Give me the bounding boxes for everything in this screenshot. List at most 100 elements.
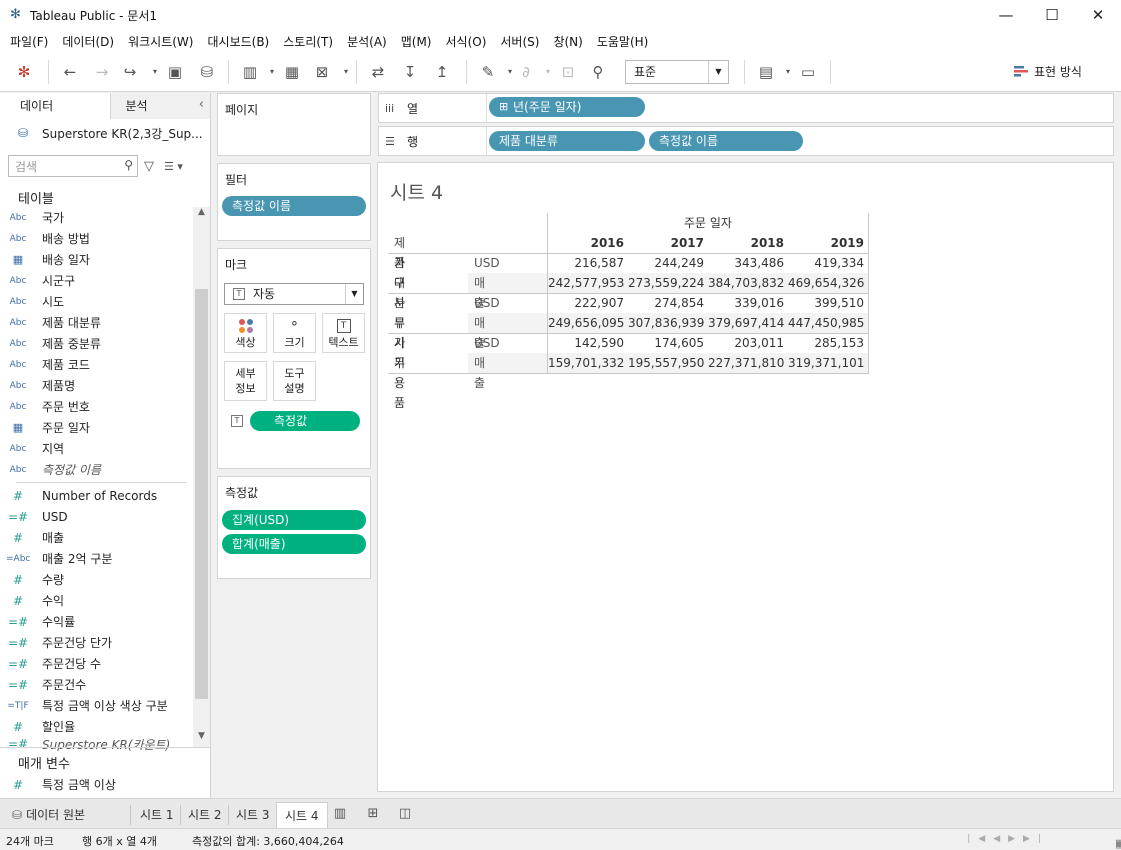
detail-button[interactable]: 세부 정보	[224, 361, 267, 401]
field-order-date[interactable]: ▦ 주문 일자	[0, 417, 193, 438]
field-product-name[interactable]: Abc 제품명	[0, 375, 193, 396]
presentation-mode-icon[interactable]: ▭	[798, 62, 818, 82]
rows-shelf[interactable]: ☰ 행 제품 대분류 측정값 이름	[378, 126, 1114, 156]
new-datasource-icon[interactable]: ⛁	[197, 62, 217, 82]
clear-sheet-icon[interactable]: ⊠	[312, 62, 332, 82]
table-cell[interactable]: 339,016	[708, 293, 784, 313]
field-quantity[interactable]: # 수량	[0, 569, 193, 590]
menu-format[interactable]: 서식(O)	[439, 33, 494, 50]
tab-analysis[interactable]: 분석	[111, 93, 210, 119]
tab-datasource[interactable]: ⛁ 데이터 원본	[4, 802, 93, 828]
field-order-count[interactable]: =# 주문건수	[0, 674, 193, 695]
marks-pill-measure-values[interactable]: 측정값	[250, 411, 360, 431]
highlight-icon[interactable]: ✎	[478, 62, 498, 82]
field-ship-mode[interactable]: Abc 배송 방법	[0, 228, 193, 249]
field-discount[interactable]: # 할인율	[0, 716, 193, 737]
table-cell[interactable]: 227,371,810	[708, 353, 784, 373]
table-cell[interactable]: 379,697,414	[708, 313, 784, 333]
undo-icon[interactable]: ←	[60, 62, 80, 82]
new-worksheet-dropdown-icon[interactable]: ▾	[262, 62, 282, 82]
field-usd[interactable]: =# USD	[0, 506, 193, 527]
view-options-icon[interactable]: ☰ ▾	[164, 160, 183, 173]
tab-sheet-2[interactable]: 시트 2	[180, 802, 230, 828]
minimize-button[interactable]: —	[983, 0, 1029, 30]
show-me-button[interactable]: 표현 방식	[1014, 63, 1082, 80]
tab-data[interactable]: 데이터	[0, 93, 112, 119]
menu-worksheet[interactable]: 워크시트(W)	[121, 33, 200, 50]
measure-pill-usd[interactable]: 집계(USD)	[222, 510, 366, 530]
table-cell[interactable]: 285,153	[788, 333, 864, 353]
fix-axes-icon[interactable]: ⚲	[588, 62, 608, 82]
table-cell[interactable]: 399,510	[788, 293, 864, 313]
field-qty-per-order[interactable]: =# 주문건당 수	[0, 653, 193, 674]
param-amount-threshold[interactable]: # 특정 금액 이상	[0, 774, 116, 795]
table-cell[interactable]: 203,011	[708, 333, 784, 353]
field-sales-200m-group[interactable]: =Abc 매출 2억 구분	[0, 548, 193, 569]
menu-server[interactable]: 서버(S)	[493, 33, 546, 50]
field-order-id[interactable]: Abc 주문 번호	[0, 396, 193, 417]
swap-rows-columns-icon[interactable]: ⇄	[368, 62, 388, 82]
table-cell[interactable]: 319,371,101	[788, 353, 864, 373]
scroll-down-icon[interactable]: ▼	[193, 731, 210, 747]
year-header[interactable]: 2018	[708, 233, 784, 253]
new-story-icon[interactable]: ◫	[396, 806, 414, 822]
table-cell[interactable]: 242,577,953	[548, 273, 624, 293]
field-region[interactable]: Abc 지역	[0, 438, 193, 459]
table-cell[interactable]: 469,654,326	[788, 273, 864, 293]
mark-type-select[interactable]: T 자동 ▼	[224, 283, 364, 305]
rows-pill-category[interactable]: 제품 대분류	[489, 131, 645, 151]
measure-name-header[interactable]: USD	[474, 333, 500, 353]
tableau-home-icon[interactable]: ✻	[14, 62, 34, 82]
field-subcategory[interactable]: Abc 제품 중분류	[0, 333, 193, 354]
field-number-of-records[interactable]: # Number of Records	[0, 485, 193, 506]
field-product-code[interactable]: Abc 제품 코드	[0, 354, 193, 375]
fields-scrollbar[interactable]: ▲ ▼	[193, 207, 210, 747]
table-cell[interactable]: 249,656,095	[548, 313, 624, 333]
menu-map[interactable]: 맵(M)	[394, 33, 439, 50]
tab-sheet-1[interactable]: 시트 1	[132, 802, 182, 828]
collapse-pane-icon[interactable]: ‹	[199, 97, 204, 112]
table-cell[interactable]: 419,334	[788, 253, 864, 273]
size-button[interactable]: ⚬ 크기	[273, 313, 316, 353]
table-cell[interactable]: 307,836,939	[628, 313, 704, 333]
measure-name-header[interactable]: USD	[474, 253, 500, 273]
scroll-up-icon[interactable]: ▲	[193, 207, 210, 223]
menu-dashboard[interactable]: 대시보드(B)	[200, 33, 276, 50]
category-header[interactable]: 가구	[394, 253, 405, 290]
tab-sheet-4[interactable]: 시트 4	[276, 802, 328, 828]
text-button[interactable]: T 텍스트	[322, 313, 365, 353]
field-ship-date[interactable]: ▦ 배송 일자	[0, 249, 193, 270]
year-header[interactable]: 2016	[548, 233, 624, 253]
field-profit-ratio[interactable]: =# 수익률	[0, 611, 193, 632]
new-worksheet-icon[interactable]: ▥	[331, 806, 349, 822]
search-input[interactable]: 검색 ⚲	[8, 155, 138, 177]
table-cell[interactable]: 159,701,332	[548, 353, 624, 373]
field-category[interactable]: Abc 제품 대분류	[0, 312, 193, 333]
columns-shelf[interactable]: iii 열 ⊞ 년(주문 일자)	[378, 93, 1114, 123]
field-city[interactable]: Abc 시군구	[0, 270, 193, 291]
field-sales[interactable]: # 매출	[0, 527, 193, 548]
menu-file[interactable]: 파일(F)	[3, 33, 55, 50]
color-button[interactable]: 색상	[224, 313, 267, 353]
show-cards-dropdown-icon[interactable]: ▾	[778, 62, 798, 82]
menu-analysis[interactable]: 분석(A)	[340, 33, 394, 50]
field-state[interactable]: Abc 시도	[0, 291, 193, 312]
table-cell[interactable]: 195,557,950	[628, 353, 704, 373]
menu-story[interactable]: 스토리(T)	[276, 33, 340, 50]
table-cell[interactable]: 274,854	[628, 293, 704, 313]
measure-name-header[interactable]: 매출	[474, 273, 485, 310]
sheet-nav-arrows[interactable]: |◀◀▶▶|	[967, 834, 1049, 844]
menu-help[interactable]: 도움말(H)	[590, 33, 656, 50]
category-header[interactable]: 사무기기	[394, 293, 405, 370]
table-cell[interactable]: 174,605	[628, 333, 704, 353]
show-cards-icon[interactable]: ▤	[756, 62, 776, 82]
menu-window[interactable]: 창(N)	[546, 33, 589, 50]
new-worksheet-icon[interactable]: ▥	[240, 62, 260, 82]
datasource-item[interactable]: ⛁ Superstore KR(2,3강_Sup...	[0, 119, 210, 147]
replay-dropdown-icon[interactable]: ▾	[145, 62, 165, 82]
filter-fields-icon[interactable]: ▽	[144, 159, 154, 174]
table-cell[interactable]: 244,249	[628, 253, 704, 273]
scrollbar-thumb[interactable]	[195, 289, 208, 699]
tab-sheet-3[interactable]: 시트 3	[228, 802, 278, 828]
filters-card[interactable]: 필터 측정값 이름	[217, 163, 371, 241]
